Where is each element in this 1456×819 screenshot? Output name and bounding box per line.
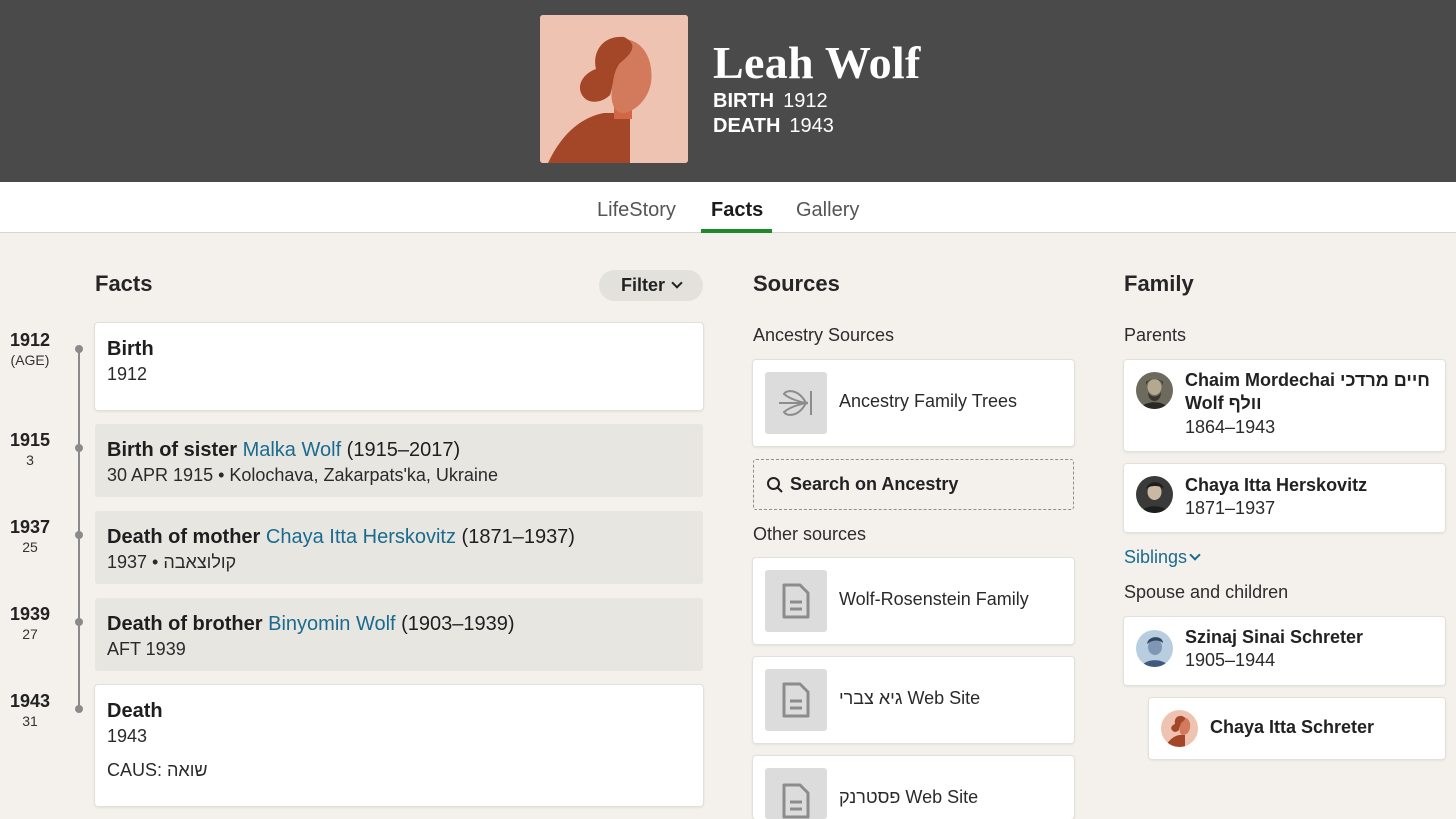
tab-gallery[interactable]: Gallery xyxy=(796,199,859,222)
family-heading: Family xyxy=(1124,271,1194,296)
timeline-age: 27 xyxy=(22,626,38,642)
fact-title: Birth xyxy=(107,338,154,360)
timeline-age: 31 xyxy=(22,713,38,729)
source-card[interactable]: פסטרנק Web Site xyxy=(753,756,1074,819)
family-dates: 1864–1943 xyxy=(1185,417,1276,437)
family-name: Chaya Itta Schreter xyxy=(1210,717,1375,737)
fact-card-sister-birth[interactable]: Birth of sister Malka Wolf (1915–2017) 3… xyxy=(95,424,703,497)
fact-years: (1903–1939) xyxy=(395,613,515,635)
source-label: Wolf-Rosenstein Family xyxy=(839,589,1029,609)
siblings-label: Siblings xyxy=(1124,547,1188,567)
fact-title: Birth of sister xyxy=(107,439,243,461)
spouse-children-heading: Spouse and children xyxy=(1124,582,1289,602)
family-name: Chaim Mordechai חיים מרדכי xyxy=(1185,370,1430,390)
timeline-year: 1912 xyxy=(9,330,51,350)
document-icon xyxy=(765,570,827,632)
parents-heading: Parents xyxy=(1124,325,1187,345)
fact-detail: 1912 xyxy=(107,364,148,384)
fact-card-death[interactable]: Death 1943 CAUS: שואה xyxy=(95,685,703,806)
fact-card-birth[interactable]: Birth 1912 xyxy=(95,323,703,410)
sources-heading: Sources xyxy=(753,271,840,296)
birth-info: BIRTH 1912 xyxy=(713,90,828,113)
avatar xyxy=(1161,710,1198,747)
avatar xyxy=(1136,630,1173,667)
family-card-spouse[interactable]: Szinaj Sinai Schreter 1905–1944 xyxy=(1124,617,1445,685)
woman-silhouette-icon xyxy=(540,15,688,163)
tab-lifestory[interactable]: LifeStory xyxy=(597,199,676,222)
timeline-line xyxy=(78,349,80,710)
chevron-down-icon xyxy=(671,277,683,289)
birth-year: 1912 xyxy=(783,90,828,112)
timeline-age: 25 xyxy=(22,539,38,555)
family-dates: 1905–1944 xyxy=(1185,650,1276,670)
filter-button[interactable]: Filter xyxy=(599,270,703,301)
search-icon xyxy=(767,476,783,493)
leaf-icon xyxy=(765,372,827,434)
document-icon xyxy=(765,669,827,731)
person-link[interactable]: Chaya Itta Herskovitz xyxy=(266,526,456,548)
other-sources-heading: Other sources xyxy=(753,524,867,544)
avatar xyxy=(1136,372,1173,409)
death-info: DEATH 1943 xyxy=(713,115,834,138)
search-on-ancestry-button[interactable]: Search on Ancestry xyxy=(753,459,1074,510)
fact-title: Death of mother xyxy=(107,526,266,548)
person-name: Leah Wolf xyxy=(713,37,921,88)
death-label: DEATH xyxy=(713,115,781,137)
fact-title: Death xyxy=(107,700,163,722)
siblings-toggle[interactable]: Siblings xyxy=(1124,547,1201,568)
source-label: פסטרנק Web Site xyxy=(839,787,979,807)
fact-cause: CAUS: שואה xyxy=(107,760,208,780)
source-label: Ancestry Family Trees xyxy=(839,391,1018,411)
document-icon xyxy=(765,768,827,819)
timeline-year: 1939 xyxy=(9,604,51,624)
death-year: 1943 xyxy=(789,115,834,137)
fact-years: (1915–2017) xyxy=(341,439,461,461)
timeline-age: (AGE) xyxy=(10,352,50,368)
profile-header: Leah Wolf BIRTH 1912 DEATH 1943 xyxy=(0,0,1456,182)
fact-card-mother-death[interactable]: Death of mother Chaya Itta Herskovitz (1… xyxy=(95,511,703,584)
family-card-mother[interactable]: Chaya Itta Herskovitz 1871–1937 xyxy=(1124,464,1445,532)
tab-bar: LifeStory Facts Gallery xyxy=(0,182,1456,233)
fact-detail: 1943 xyxy=(107,726,148,746)
active-tab-indicator xyxy=(701,229,772,233)
person-link[interactable]: Malka Wolf xyxy=(243,439,342,461)
timeline-year: 1943 xyxy=(9,691,51,711)
fact-card-brother-death[interactable]: Death of brother Binyomin Wolf (1903–193… xyxy=(95,598,703,671)
avatar xyxy=(1136,476,1173,513)
birth-label: BIRTH xyxy=(713,90,775,112)
source-card[interactable]: Ancestry Family Trees xyxy=(753,360,1074,446)
chevron-down-icon xyxy=(1189,549,1201,561)
timeline-year: 1937 xyxy=(9,517,51,537)
search-label: Search on Ancestry xyxy=(790,474,959,494)
filter-label: Filter xyxy=(620,275,665,295)
timeline-dot xyxy=(75,531,83,539)
family-dates: 1871–1937 xyxy=(1185,498,1276,518)
source-label: גיא צברי Web Site xyxy=(839,688,981,708)
source-card[interactable]: Wolf-Rosenstein Family xyxy=(753,558,1074,644)
ancestry-sources-heading: Ancestry Sources xyxy=(753,325,895,345)
family-name: Szinaj Sinai Schreter xyxy=(1185,627,1364,647)
source-card[interactable]: גיא צברי Web Site xyxy=(753,657,1074,743)
timeline-dot xyxy=(75,618,83,626)
timeline-dot xyxy=(75,705,83,713)
family-name: Wolf וולף xyxy=(1185,393,1262,413)
fact-detail: AFT 1939 xyxy=(107,639,186,659)
timeline-age: 3 xyxy=(26,452,34,468)
timeline-dot xyxy=(75,444,83,452)
family-card-father[interactable]: Chaim Mordechai חיים מרדכי Wolf וולף 186… xyxy=(1124,360,1445,451)
fact-years: (1871–1937) xyxy=(455,526,575,548)
family-card-child[interactable]: Chaya Itta Schreter xyxy=(1149,698,1445,759)
fact-detail: 30 APR 1915 • Kolochava, Zakarpats'ka, U… xyxy=(107,465,498,485)
family-name: Chaya Itta Herskovitz xyxy=(1185,475,1368,495)
timeline-dot xyxy=(75,345,83,353)
tab-facts[interactable]: Facts xyxy=(711,199,763,222)
person-link[interactable]: Binyomin Wolf xyxy=(268,613,395,635)
facts-heading: Facts xyxy=(95,271,153,296)
profile-portrait[interactable] xyxy=(540,15,688,163)
fact-detail: 1937 • קולוצאבה xyxy=(107,552,237,572)
timeline-year: 1915 xyxy=(9,430,51,450)
fact-title: Death of brother xyxy=(107,613,269,635)
